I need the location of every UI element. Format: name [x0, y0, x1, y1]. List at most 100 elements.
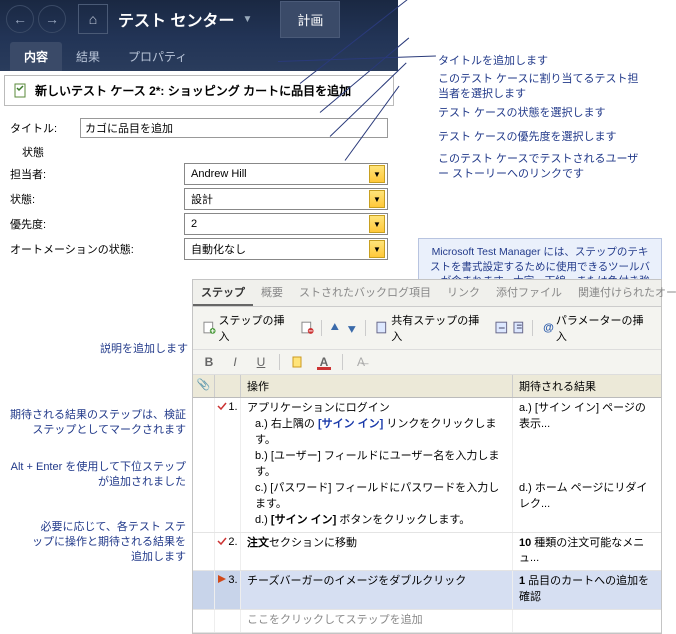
step-number: 2.: [228, 536, 237, 548]
substep: c.) [パスワード] フィールドにパスワードを入力します。: [255, 481, 506, 513]
callout-desc: 説明を追加します: [92, 342, 188, 357]
underline-button[interactable]: U: [251, 353, 271, 371]
insert-step-button[interactable]: ステップの挿入: [199, 310, 297, 346]
action-header: 操作: [241, 375, 513, 397]
assignee-value: Andrew Hill: [191, 168, 247, 180]
tab-automation[interactable]: 関連付けられたオートメーシ...: [570, 280, 676, 306]
tab-content[interactable]: 内容: [10, 42, 62, 71]
bold-button[interactable]: B: [199, 353, 219, 371]
insert-shared-label: 共有ステップの挿入: [391, 312, 487, 344]
result-header: 期待される結果: [513, 375, 661, 397]
plan-tab[interactable]: 計画: [280, 1, 340, 38]
chevron-down-icon[interactable]: ▼: [242, 14, 252, 25]
automation-select[interactable]: 自動化なし ▼: [184, 238, 388, 260]
insert-param-button[interactable]: @ パラメーターの挿入: [539, 310, 655, 346]
callout-addresult: 必要に応じて、各テスト ステップに操作と期待される結果を追加します: [30, 520, 186, 565]
tab-properties[interactable]: プロパティ: [114, 42, 201, 71]
format-toolbar: B I U A A̶: [193, 350, 661, 375]
callout-priority: テスト ケースの優先度を選択します: [438, 130, 617, 145]
tab-attach[interactable]: 添付ファイル: [488, 280, 570, 306]
italic-button[interactable]: I: [225, 353, 245, 371]
table-row[interactable]: 3. チーズバーガーのイメージをダブルクリック 1 品目のカートへの追加を確認: [193, 571, 661, 610]
chevron-down-icon: ▼: [369, 190, 385, 208]
step-action: チーズバーガーのイメージをダブルクリック: [241, 571, 513, 609]
step-check-icon: [217, 536, 227, 546]
shared-open-icon[interactable]: [495, 321, 509, 335]
title-label: タイトル:: [10, 120, 80, 136]
chevron-down-icon: ▼: [369, 240, 385, 258]
substep: b.) [ユーザー] フィールドにユーザー名を入力します。: [255, 449, 506, 481]
tab-links[interactable]: リンク: [439, 280, 488, 306]
step-number: 1.: [228, 401, 237, 413]
step-arrow-icon: [217, 574, 227, 584]
insert-step-label: ステップの挿入: [219, 312, 294, 344]
step-result: d.) ホーム ページにリダイレク...: [519, 481, 655, 513]
status-label: 状態:: [10, 191, 108, 207]
tab-backlog[interactable]: ストされたバックログ項目: [291, 280, 439, 306]
step-result: a.) [サイン イン] ページの表示...: [519, 401, 655, 433]
callout-title: タイトルを追加します: [438, 54, 548, 69]
callout-state: テスト ケースの状態を選択します: [438, 106, 606, 121]
step-action: アプリケーションにログイン: [247, 401, 506, 417]
automation-value: 自動化なし: [191, 241, 246, 257]
callout-altenter: Alt + Enter を使用して下位ステップが追加されました: [10, 460, 186, 490]
steps-toolbar: ステップの挿入 共有ステップの挿入 @ パラメーターの挿入: [193, 307, 661, 350]
delete-step-icon[interactable]: [301, 321, 315, 335]
title-input[interactable]: [80, 118, 388, 138]
chevron-down-icon: ▼: [369, 215, 385, 233]
tab-steps[interactable]: ステップ: [193, 280, 253, 306]
table-row[interactable]: 1. アプリケーションにログイン a.) 右上隅の [サイン イン] リンクをク…: [193, 398, 661, 533]
priority-label: 優先度:: [10, 216, 108, 232]
assignee-label: 担当者:: [10, 166, 108, 182]
top-bar: ← → ⌂ テスト センター ▼ 計画: [0, 0, 398, 38]
step-check-icon: [217, 401, 227, 411]
home-button[interactable]: ⌂: [78, 4, 108, 34]
substep: a.) 右上隅の [サイン イン] リンクをクリックします。: [255, 417, 506, 449]
callout-assignee: このテスト ケースに割り当てるテスト担当者を選択します: [438, 72, 648, 102]
highlight-icon: [291, 355, 305, 369]
status-select[interactable]: 設計 ▼: [184, 188, 388, 210]
substep: d.) [サイン イン] ボタンをクリックします。: [255, 513, 506, 529]
state-heading: 状態: [22, 144, 388, 160]
form-area: タイトル: 状態 担当者: Andrew Hill ▼ 状態: 設計 ▼ 優先度…: [0, 110, 398, 273]
status-value: 設計: [191, 191, 213, 207]
insert-param-label: パラメーターの挿入: [556, 312, 651, 344]
attach-header-icon: 📎: [193, 375, 215, 397]
sub-tabs: 内容 結果 プロパティ: [0, 38, 398, 71]
case-title: 新しいテスト ケース 2*: ショッピング カートに品目を追加: [35, 82, 351, 99]
placeholder-text: ここをクリックしてステップを追加: [241, 610, 513, 632]
testcase-icon: [13, 83, 29, 99]
tab-summary[interactable]: 概要: [253, 280, 291, 306]
step-number: 3.: [228, 574, 237, 586]
at-icon: @: [543, 322, 554, 334]
callout-link: このテスト ケースでテストされるユーザー ストーリーへのリンクです: [438, 152, 648, 182]
insert-shared-button[interactable]: 共有ステップの挿入: [372, 310, 491, 346]
forward-button[interactable]: →: [38, 5, 66, 33]
steps-panel: ステップ 概要 ストされたバックログ項目 リンク 添付ファイル 関連付けられたオ…: [192, 279, 662, 634]
automation-label: オートメーションの状態:: [10, 241, 168, 257]
insert-step-icon: [203, 321, 217, 335]
step-action: 注文: [247, 537, 269, 549]
move-down-icon[interactable]: [345, 321, 359, 335]
steps-tabs: ステップ 概要 ストされたバックログ項目 リンク 添付ファイル 関連付けられたオ…: [193, 280, 661, 307]
font-color-button[interactable]: A: [314, 353, 334, 371]
step-result: 1 品目のカートへの追加を確認: [513, 571, 661, 609]
callout-expected: 期待される結果のステップは、検証ステップとしてマークされます: [10, 408, 186, 438]
add-step-placeholder[interactable]: ここをクリックしてステップを追加: [193, 610, 661, 633]
back-button[interactable]: ←: [6, 5, 34, 33]
table-row[interactable]: 2. 注文セクションに移動 10 種類の注文可能なメニュ...: [193, 533, 661, 572]
shared-step-icon: [376, 321, 390, 335]
case-header: 新しいテスト ケース 2*: ショッピング カートに品目を追加: [4, 75, 394, 106]
highlight-button[interactable]: [288, 353, 308, 371]
chevron-down-icon: ▼: [369, 165, 385, 183]
clear-format-button[interactable]: A̶: [351, 353, 371, 371]
grid-header: 📎 操作 期待される結果: [193, 375, 661, 398]
priority-value: 2: [191, 218, 197, 230]
tab-results[interactable]: 結果: [62, 42, 114, 71]
priority-select[interactable]: 2 ▼: [184, 213, 388, 235]
move-up-icon[interactable]: [328, 321, 342, 335]
shared-create-icon[interactable]: [513, 321, 527, 335]
grid-body: 1. アプリケーションにログイン a.) 右上隅の [サイン イン] リンクをク…: [193, 398, 661, 633]
assignee-select[interactable]: Andrew Hill ▼: [184, 163, 388, 185]
step-result: 10 種類の注文可能なメニュ...: [513, 533, 661, 571]
